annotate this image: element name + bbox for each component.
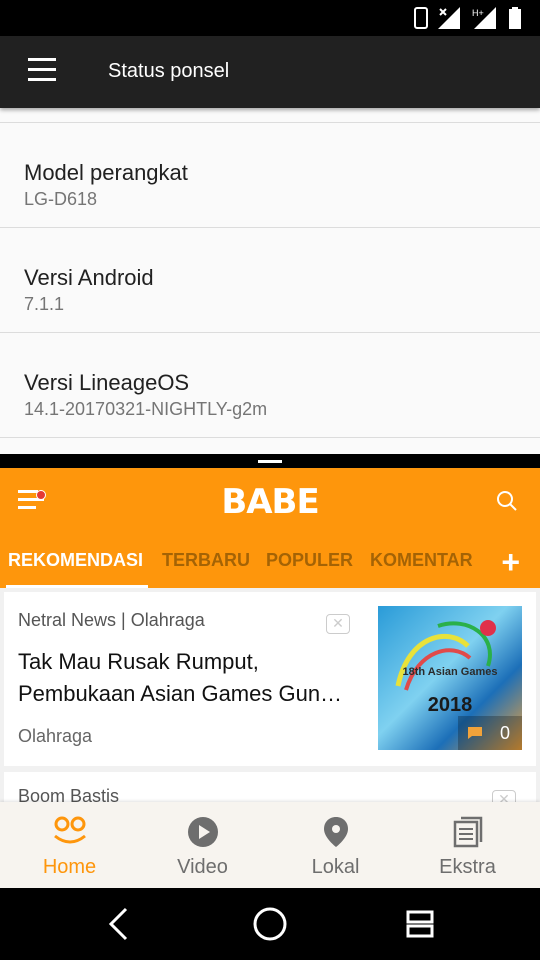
babe-logo: BABE (221, 482, 319, 522)
news-source: Netral News | Olahraga (18, 610, 205, 630)
news-card[interactable]: Netral News | Olahraga ✕ Tak Mau Rusak R… (4, 592, 536, 766)
news-category: Olahraga (18, 726, 93, 746)
nav-label: Home (42, 856, 97, 878)
home-button-icon[interactable] (252, 906, 288, 942)
notification-dot (36, 490, 46, 500)
comment-icon (467, 727, 482, 739)
nav-label: Video (177, 856, 228, 878)
split-screen-divider[interactable] (0, 454, 540, 468)
nav-label: Lokal (311, 856, 360, 878)
babe-header: BABE REKOMENDASI TERBARU POPULER KOMENTA… (0, 468, 540, 588)
back-icon[interactable] (106, 906, 130, 942)
pref-title: Versi Android (24, 265, 154, 290)
pref-lineageos-version[interactable]: Versi LineageOS 14.1-20170321-NIGHTLY-g2… (0, 333, 540, 437)
hamburger-menu-icon[interactable] (22, 58, 62, 86)
tab-rekomendasi[interactable]: REKOMENDASI (8, 550, 143, 571)
thumbnail-year: 2018 (427, 694, 473, 716)
split-handle[interactable] (258, 460, 282, 463)
recents-icon[interactable] (406, 906, 434, 942)
tab-komentar[interactable]: KOMENTAR (370, 550, 473, 571)
status-icons: H+ (414, 6, 522, 30)
divider (0, 437, 540, 438)
pref-summary: 7.1.1 (24, 294, 65, 314)
comment-count: 0 (499, 722, 510, 743)
nav-ekstra[interactable]: Ekstra (400, 802, 535, 888)
page-title: Status ponsel (108, 60, 230, 82)
home-icon (53, 816, 86, 844)
news-title: Tak Mau Rusak Rumput, (18, 649, 259, 674)
nav-lokal[interactable]: Lokal (268, 802, 403, 888)
cell-signal-icon: H+ (472, 7, 496, 29)
add-tab-button[interactable]: + (501, 544, 520, 581)
news-title: Pembukaan Asian Games Gun… (18, 681, 343, 706)
nav-label: Ekstra (439, 856, 496, 878)
settings-toolbar: Status ponsel (0, 36, 540, 108)
location-pin-icon (323, 817, 348, 847)
nav-video[interactable]: Video (135, 802, 270, 888)
article-list-icon (453, 816, 482, 848)
category-tabs: REKOMENDASI TERBARU POPULER KOMENTAR + (0, 544, 540, 588)
pref-summary: LG-D618 (24, 189, 98, 209)
system-navigation-bar (0, 888, 540, 960)
wifi-off-signal-icon (438, 7, 460, 29)
dismiss-icon[interactable]: ✕ (326, 614, 350, 634)
play-icon (187, 817, 218, 847)
tab-terbaru[interactable]: TERBARU (162, 550, 250, 571)
comment-count-badge: 0 (458, 716, 522, 750)
nav-home[interactable]: Home (2, 802, 137, 888)
settings-list: Model perangkat LG-D618 Versi Android 7.… (0, 108, 540, 438)
pref-title: Versi LineageOS (24, 370, 190, 395)
pref-title: Model perangkat (24, 160, 188, 185)
settings-window: Status ponsel Model perangkat LG-D618 Ve… (0, 36, 540, 454)
pref-android-version[interactable]: Versi Android 7.1.1 (0, 228, 540, 332)
battery-icon (509, 7, 521, 29)
thumbnail-caption: 18th Asian Games (402, 666, 498, 678)
search-icon[interactable] (496, 490, 518, 512)
news-thumbnail: 18th Asian Games 2018 0 (378, 606, 522, 750)
tab-populer[interactable]: POPULER (266, 550, 353, 571)
svg-text:H+: H+ (472, 8, 484, 18)
status-bar: H+ (0, 0, 540, 36)
babe-window: BABE REKOMENDASI TERBARU POPULER KOMENTA… (0, 468, 540, 888)
bottom-navigation: Home Video Lokal Ekstra (0, 802, 540, 888)
active-tab-indicator (6, 585, 148, 588)
pref-summary: 14.1-20170321-NIGHTLY-g2m (24, 399, 268, 419)
pref-device-model[interactable]: Model perangkat LG-D618 (0, 123, 540, 227)
phone-icon (414, 7, 428, 29)
